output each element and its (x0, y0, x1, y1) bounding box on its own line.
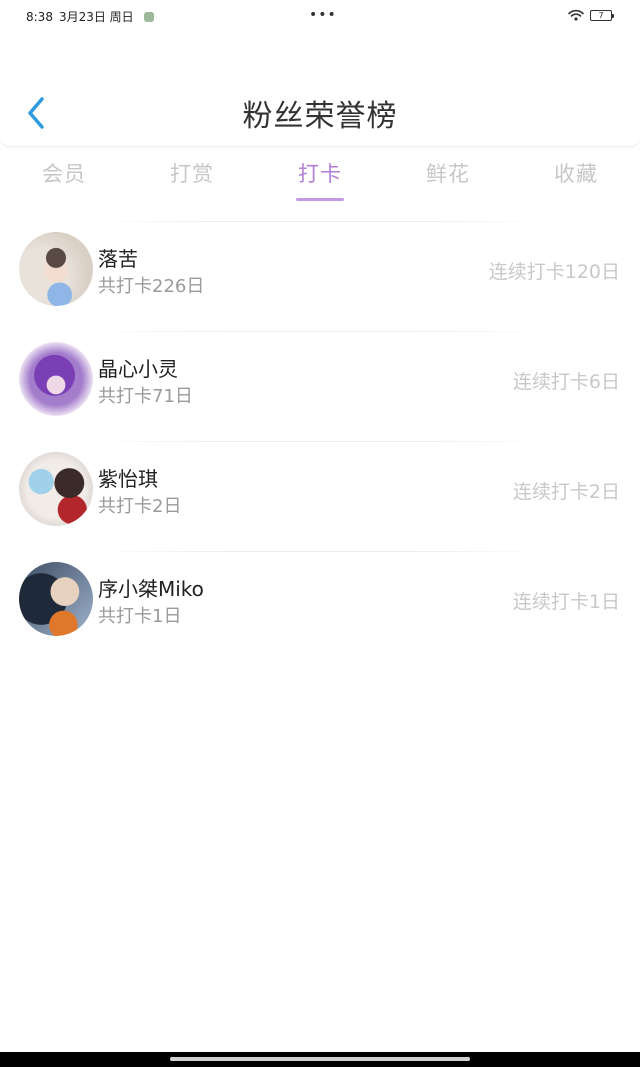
status-bar: 8:38 3月23日 周日 ••• 7 (0, 0, 640, 32)
streak-checkin: 连续打卡2日 (512, 481, 620, 503)
streak-checkin: 连续打卡1日 (512, 591, 620, 613)
tab-members[interactable]: 会员 (0, 152, 128, 204)
avatar[interactable] (19, 452, 93, 526)
header: 粉丝荣誉榜 (0, 33, 640, 147)
user-name: 晶心小灵 (98, 357, 178, 381)
tab-label: 打卡 (298, 162, 342, 186)
status-dots: ••• (309, 7, 337, 23)
divider (90, 551, 550, 552)
list-item[interactable]: 落苦 共打卡226日 连续打卡120日 (0, 214, 640, 324)
tab-flowers[interactable]: 鲜花 (384, 152, 512, 204)
total-checkin: 共打卡2日 (98, 496, 182, 517)
list-item[interactable]: 序小桀Miko 共打卡1日 连续打卡1日 (0, 544, 640, 654)
tab-label: 收藏 (554, 162, 598, 186)
list-item[interactable]: 晶心小灵 共打卡71日 连续打卡6日 (0, 324, 640, 434)
fan-list: 落苦 共打卡226日 连续打卡120日 晶心小灵 共打卡71日 连续打卡6日 紫… (0, 214, 640, 654)
streak-checkin: 连续打卡6日 (512, 371, 620, 393)
divider (90, 221, 550, 222)
home-indicator[interactable] (170, 1057, 470, 1061)
page-title: 粉丝荣誉榜 (242, 99, 398, 134)
status-left: 8:38 3月23日 周日 (26, 8, 154, 25)
tab-label: 打赏 (170, 162, 214, 186)
tab-tips[interactable]: 打赏 (128, 152, 256, 204)
battery-level: 7 (598, 10, 604, 20)
battery-icon: 7 (590, 9, 614, 21)
avatar[interactable] (19, 342, 93, 416)
user-name: 序小桀Miko (98, 577, 204, 601)
tab-label: 鲜花 (426, 162, 470, 186)
avatar[interactable] (19, 232, 93, 306)
divider (90, 441, 550, 442)
status-time: 8:38 (26, 9, 53, 24)
app-notification-icon (143, 11, 154, 22)
wifi-icon (568, 9, 584, 21)
tab-label: 会员 (42, 162, 86, 186)
user-name: 落苦 (98, 247, 138, 271)
total-checkin: 共打卡71日 (98, 386, 193, 407)
divider (90, 331, 550, 332)
tab-favorites[interactable]: 收藏 (512, 152, 640, 204)
list-item[interactable]: 紫怡琪 共打卡2日 连续打卡2日 (0, 434, 640, 544)
avatar[interactable] (19, 562, 93, 636)
tab-checkin[interactable]: 打卡 (256, 152, 384, 204)
total-checkin: 共打卡226日 (98, 276, 205, 297)
active-tab-indicator (296, 198, 344, 201)
user-name: 紫怡琪 (98, 467, 158, 491)
status-date: 3月23日 周日 (58, 10, 134, 24)
total-checkin: 共打卡1日 (98, 606, 182, 627)
system-nav-bar (0, 1052, 640, 1067)
streak-checkin: 连续打卡120日 (488, 261, 620, 283)
tab-bar: 会员 打赏 打卡 鲜花 收藏 (0, 152, 640, 204)
status-right: 7 (568, 9, 614, 21)
